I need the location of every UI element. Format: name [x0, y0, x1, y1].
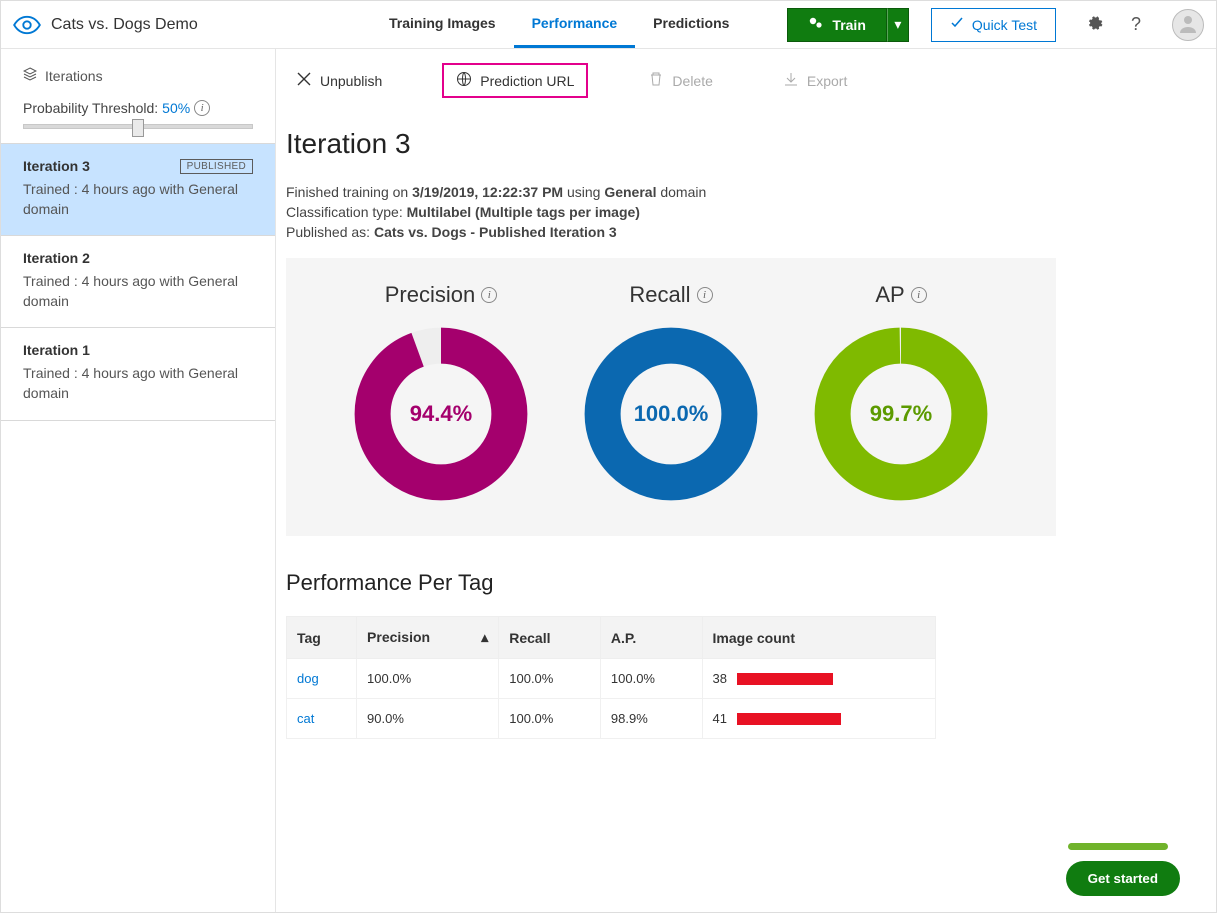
- ap-gauge: AP i 99.7%: [801, 282, 1001, 504]
- col-recall[interactable]: Recall: [499, 617, 601, 659]
- metric-gauges: Precisioni 94.4% Recalli 100.0%: [286, 258, 1056, 536]
- slider-thumb[interactable]: [132, 119, 144, 137]
- gear-icon: [1085, 14, 1103, 35]
- col-tag[interactable]: Tag: [287, 617, 357, 659]
- sidebar-title: Iterations: [45, 68, 103, 84]
- image-count-bar: [737, 713, 841, 725]
- iteration-subtitle: Trained : 4 hours ago with General domai…: [23, 272, 253, 311]
- prediction-url-label: Prediction URL: [480, 73, 574, 89]
- info-icon[interactable]: i: [481, 287, 497, 303]
- iteration-name: Iteration 2: [23, 250, 90, 266]
- vision-logo-icon: [13, 11, 41, 39]
- iteration-name: Iteration 1: [23, 342, 90, 358]
- table-row: cat 90.0% 100.0% 98.9% 41: [287, 699, 936, 739]
- iteration-toolbar: Unpublish Prediction URL Delete Export: [276, 49, 1216, 112]
- train-button[interactable]: Train: [787, 8, 886, 42]
- recall-label: Recall: [629, 282, 690, 308]
- threshold-label: Probability Threshold:: [23, 100, 158, 116]
- col-ap[interactable]: A.P.: [600, 617, 702, 659]
- meta-published-as: Published as: Cats vs. Dogs - Published …: [286, 224, 1216, 240]
- sidebar-iteration-1[interactable]: Iteration 1 Trained : 4 hours ago with G…: [1, 328, 275, 420]
- recall-gauge: Recalli 100.0%: [571, 282, 771, 504]
- meta-finished-training: Finished training on 3/19/2019, 12:22:37…: [286, 184, 1216, 200]
- tag-link[interactable]: dog: [287, 659, 357, 699]
- tab-predictions[interactable]: Predictions: [635, 1, 747, 48]
- threshold-value: 50%: [162, 100, 190, 116]
- image-count-bar: [737, 673, 833, 685]
- top-utility-icons: ?: [1084, 9, 1204, 41]
- performance-per-tag-heading: Performance Per Tag: [286, 570, 1216, 596]
- get-started-button[interactable]: Get started: [1066, 861, 1180, 896]
- sidebar-iteration-2[interactable]: Iteration 2 Trained : 4 hours ago with G…: [1, 236, 275, 328]
- cell-precision: 90.0%: [357, 699, 499, 739]
- stack-icon: [23, 67, 37, 84]
- cell-image-count: 38: [702, 659, 935, 699]
- gears-icon: [808, 15, 824, 34]
- cell-ap: 98.9%: [600, 699, 702, 739]
- col-precision[interactable]: Precision▴: [357, 617, 499, 659]
- cell-recall: 100.0%: [499, 699, 601, 739]
- export-button: Export: [773, 67, 857, 94]
- caret-down-icon: ▾: [894, 16, 901, 33]
- sidebar: Iterations Probability Threshold: 50% i …: [1, 49, 276, 912]
- project-title: Cats vs. Dogs Demo: [51, 16, 198, 34]
- export-label: Export: [807, 73, 847, 89]
- info-icon[interactable]: i: [911, 287, 927, 303]
- tab-training-images[interactable]: Training Images: [371, 1, 514, 48]
- sidebar-iteration-3[interactable]: Iteration 3 PUBLISHED Trained : 4 hours …: [1, 143, 275, 236]
- tag-link[interactable]: cat: [287, 699, 357, 739]
- precision-gauge: Precision i 94.4%: [341, 282, 541, 504]
- precision-value: 94.4%: [351, 324, 531, 504]
- close-icon: [296, 71, 312, 90]
- download-icon: [783, 71, 799, 90]
- published-badge: PUBLISHED: [180, 159, 253, 174]
- ap-label: AP: [875, 282, 904, 308]
- table-row: dog 100.0% 100.0% 100.0% 38: [287, 659, 936, 699]
- question-icon: ?: [1131, 14, 1141, 35]
- unpublish-button[interactable]: Unpublish: [286, 67, 392, 94]
- quick-test-label: Quick Test: [972, 17, 1037, 33]
- sidebar-header: Iterations: [1, 49, 275, 94]
- prediction-url-button[interactable]: Prediction URL: [442, 63, 588, 98]
- iteration-title: Iteration 3: [286, 128, 1216, 160]
- iteration-name: Iteration 3: [23, 158, 90, 174]
- iteration-subtitle: Trained : 4 hours ago with General domai…: [23, 180, 253, 219]
- delete-label: Delete: [672, 73, 712, 89]
- main-panel: Unpublish Prediction URL Delete Export I…: [276, 49, 1216, 912]
- cell-ap: 100.0%: [600, 659, 702, 699]
- info-icon[interactable]: i: [697, 287, 713, 303]
- ap-value: 99.7%: [811, 324, 991, 504]
- recall-value: 100.0%: [581, 324, 761, 504]
- col-image-count[interactable]: Image count: [702, 617, 935, 659]
- cell-recall: 100.0%: [499, 659, 601, 699]
- performance-table: Tag Precision▴ Recall A.P. Image count d…: [286, 616, 936, 739]
- iteration-subtitle: Trained : 4 hours ago with General domai…: [23, 364, 253, 403]
- quick-test-button[interactable]: Quick Test: [931, 8, 1056, 42]
- trash-icon: [648, 71, 664, 90]
- sort-asc-icon: ▴: [481, 629, 488, 646]
- train-label: Train: [832, 17, 865, 33]
- check-icon: [950, 16, 964, 33]
- progress-bar: [1068, 843, 1168, 850]
- train-button-group: Train ▾: [787, 8, 908, 42]
- threshold-slider[interactable]: [1, 124, 275, 143]
- settings-button[interactable]: [1084, 15, 1104, 35]
- nav-tabs: Training Images Performance Predictions: [371, 1, 747, 48]
- delete-button: Delete: [638, 67, 722, 94]
- train-dropdown[interactable]: ▾: [887, 8, 909, 42]
- tab-performance[interactable]: Performance: [514, 1, 636, 48]
- user-avatar[interactable]: [1172, 9, 1204, 41]
- user-icon: [1178, 13, 1198, 36]
- precision-label: Precision: [385, 282, 475, 308]
- unpublish-label: Unpublish: [320, 73, 382, 89]
- globe-icon: [456, 71, 472, 90]
- info-icon[interactable]: i: [194, 100, 210, 116]
- cell-image-count: 41: [702, 699, 935, 739]
- meta-classification-type: Classification type: Multilabel (Multipl…: [286, 204, 1216, 220]
- cell-precision: 100.0%: [357, 659, 499, 699]
- help-button[interactable]: ?: [1126, 15, 1146, 35]
- topbar: Cats vs. Dogs Demo Training Images Perfo…: [1, 1, 1216, 49]
